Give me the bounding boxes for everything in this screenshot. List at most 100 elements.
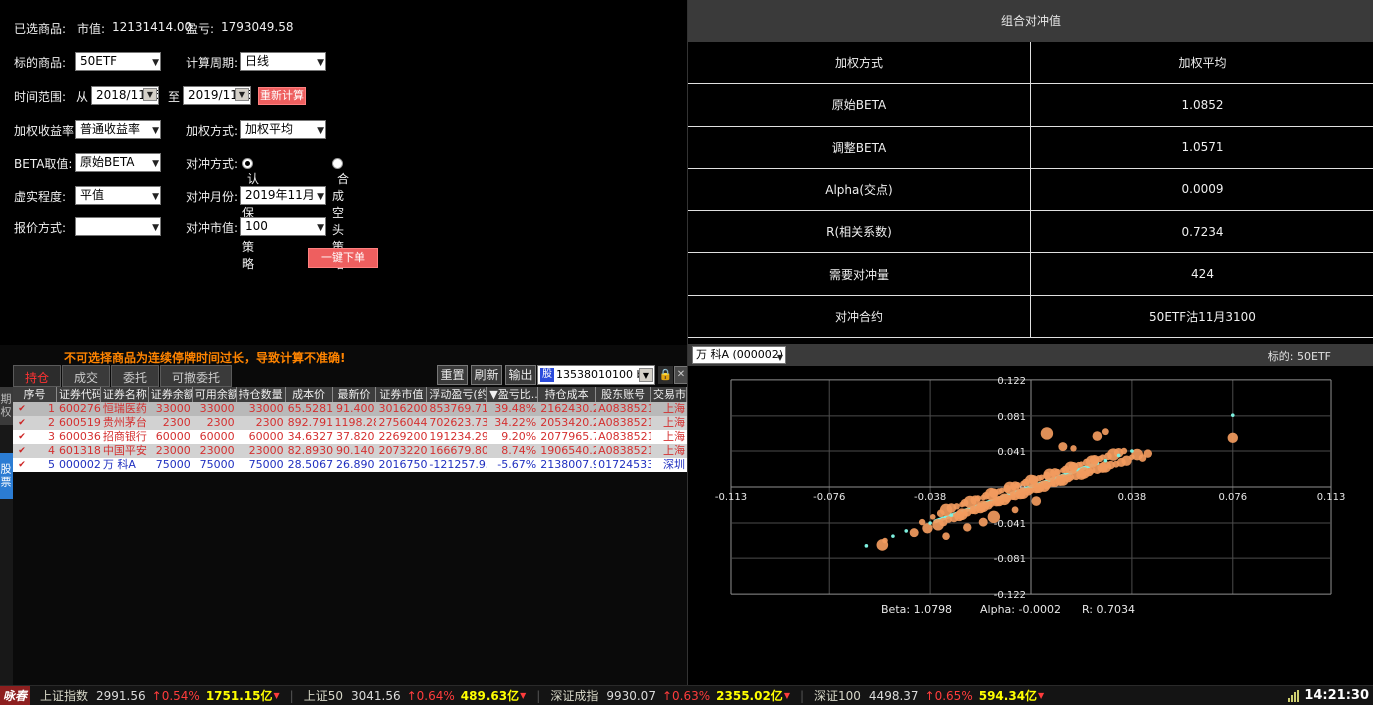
tab-持仓[interactable]: 持仓 (13, 365, 61, 387)
one-click-order-button[interactable]: 一键下单 (308, 248, 378, 268)
ticker-item-上证指数[interactable]: 上证指数2991.56↑0.54%1751.15亿▼ (40, 687, 280, 704)
svg-text:-0.076: -0.076 (813, 492, 845, 503)
index-value: 9930.07 (606, 689, 656, 703)
recalculate-button[interactable]: 重新计算 (258, 87, 306, 105)
table-row[interactable]: ✔3600036招商银行60000600006000034.63276237.8… (13, 430, 687, 444)
cell: 702623.73 (427, 416, 487, 430)
table-row[interactable]: ✔2600519贵州茅台230023002300892.7914221198.2… (13, 416, 687, 430)
cell: 2300 (149, 416, 193, 430)
radio-put-protection[interactable]: 认沽保护策略 (242, 156, 259, 272)
column-header[interactable]: 可用余额 (193, 387, 237, 402)
beta-source-select[interactable]: 原始BETA▼ (75, 153, 161, 172)
column-header[interactable]: ▼盈亏比... (487, 387, 538, 402)
weighted-return-select[interactable]: 普通收益率▼ (75, 120, 161, 139)
hedge-month-select[interactable]: 2019年11月▼ (240, 186, 326, 205)
hedge-row-label: 加权方式 (688, 42, 1031, 83)
svg-text:R: 0.7034: R: 0.7034 (1082, 603, 1135, 616)
column-header[interactable]: 浮动盈亏(约) (427, 387, 487, 402)
hedge-row-label: 原始BETA (688, 84, 1031, 125)
row-checkbox[interactable]: ✔ (13, 444, 31, 458)
stock-select[interactable]: 万 科A (000002)▼ (692, 346, 786, 364)
column-header[interactable]: 股东账号 (596, 387, 651, 402)
index-name: 深证100 (814, 687, 861, 704)
column-header[interactable]: 持仓数量 (237, 387, 286, 402)
column-header[interactable]: 证券余额 (149, 387, 193, 402)
index-value: 3041.56 (351, 689, 401, 703)
cell: 3 (31, 430, 57, 444)
cell: 上海 (651, 444, 687, 458)
index-turnover: 1751.15亿 (206, 687, 273, 704)
cell: 1198.280 (333, 416, 377, 430)
button-刷新[interactable]: 刷新 (471, 365, 502, 385)
chevron-down-icon[interactable]: ▼ (639, 368, 653, 382)
hedge-row: 调整BETA1.0571 (688, 127, 1373, 169)
row-checkbox[interactable]: ✔ (13, 458, 31, 472)
column-header[interactable]: 证券名称 (101, 387, 149, 402)
index-value: 4498.37 (869, 689, 919, 703)
selected-product-label: 已选商品: (14, 20, 66, 37)
cell: 82.893052 (286, 444, 333, 458)
cell: 853769.71 (427, 402, 487, 416)
market-value: 12131414.00 (112, 20, 192, 34)
quote-method-select[interactable]: ▼ (75, 217, 161, 236)
side-tab-期权[interactable]: 期权 (0, 387, 13, 425)
chevron-down-icon[interactable]: ▼ (143, 88, 157, 101)
date-to-select[interactable]: 2019/11/ 5▼ (183, 86, 251, 105)
column-header[interactable]: 序号 (13, 387, 57, 402)
svg-text:0.038: 0.038 (1118, 492, 1147, 503)
index-change-pct: ↑0.64% (407, 689, 455, 703)
ticker-item-深证100[interactable]: 深证1004498.37↑0.65%594.34亿▼ (814, 687, 1044, 704)
cell: 33000 (149, 402, 193, 416)
account-select[interactable]: 股13538010100 bj ▼ (537, 365, 655, 385)
table-row[interactable]: ✔1600276恒瑞医药33000330003300065.52819191.4… (13, 402, 687, 416)
svg-text:-0.038: -0.038 (914, 492, 946, 503)
hedge-mv-select[interactable]: 100▼ (240, 217, 326, 236)
tab-可撤委托[interactable]: 可撤委托 (160, 365, 232, 387)
hedge-value-table: 加权方式加权平均原始BETA1.0852调整BETA1.0571Alpha(交点… (688, 42, 1373, 338)
table-row[interactable]: ✔4601318中国平安23000230002300082.89305290.1… (13, 444, 687, 458)
column-header[interactable]: 证券代码 (57, 387, 101, 402)
side-tab-股票[interactable]: 股票 (0, 453, 13, 499)
chevron-down-icon[interactable]: ▼ (235, 88, 249, 101)
cell: 166679.80 (427, 444, 487, 458)
period-select[interactable]: 日线▼ (240, 52, 326, 71)
cell: 0172453306 (596, 458, 651, 472)
button-输出[interactable]: 输出 (505, 365, 536, 385)
lock-icon[interactable]: 🔒 (658, 366, 673, 384)
date-from-select[interactable]: 2018/11/ 5▼ (91, 86, 159, 105)
column-header[interactable]: 持仓成本 (538, 387, 596, 402)
positions-buttons: 重置刷新输出 (437, 365, 539, 385)
ticker-item-深证成指[interactable]: 深证成指9930.07↑0.63%2355.02亿▼ (550, 687, 790, 704)
underlying-select[interactable]: 50ETF▼ (75, 52, 161, 71)
tab-委托[interactable]: 委托 (111, 365, 159, 387)
cell: 892.791422 (286, 416, 333, 430)
account-number: 13538010100 bj (556, 368, 647, 381)
cell: 2269200.00 (376, 430, 427, 444)
row-checkbox[interactable]: ✔ (13, 402, 31, 416)
column-header[interactable]: 最新价 (333, 387, 377, 402)
cell: 60000 (149, 430, 193, 444)
row-checkbox[interactable]: ✔ (13, 430, 31, 444)
weighted-return-label: 加权收益率: (14, 122, 78, 139)
cell: 23000 (149, 444, 193, 458)
moneyness-select[interactable]: 平值▼ (75, 186, 161, 205)
column-header[interactable]: 交易市场 (651, 387, 687, 402)
cell: 600519 (57, 416, 101, 430)
index-change-pct: ↑0.63% (662, 689, 710, 703)
column-header[interactable]: 成本价 (286, 387, 333, 402)
ticker-item-上证50[interactable]: 上证503041.56↑0.64%489.63亿▼ (304, 687, 527, 704)
cell: 9.20% (487, 430, 538, 444)
table-row[interactable]: ✔5000002万 科A75000750007500028.50677326.8… (13, 458, 687, 472)
button-重置[interactable]: 重置 (437, 365, 468, 385)
weight-method-label: 加权方式: (186, 122, 238, 139)
cell: A083852195 (596, 430, 651, 444)
cell: 5 (31, 458, 57, 472)
column-header[interactable]: 证券市值 (376, 387, 427, 402)
weight-method-select[interactable]: 加权平均▼ (240, 120, 326, 139)
triangle-down-icon: ▼ (274, 691, 280, 700)
cell: 75000 (149, 458, 193, 472)
divider: | (800, 689, 804, 703)
row-checkbox[interactable]: ✔ (13, 416, 31, 430)
tab-成交[interactable]: 成交 (62, 365, 110, 387)
close-icon[interactable]: ✕ (674, 366, 688, 384)
